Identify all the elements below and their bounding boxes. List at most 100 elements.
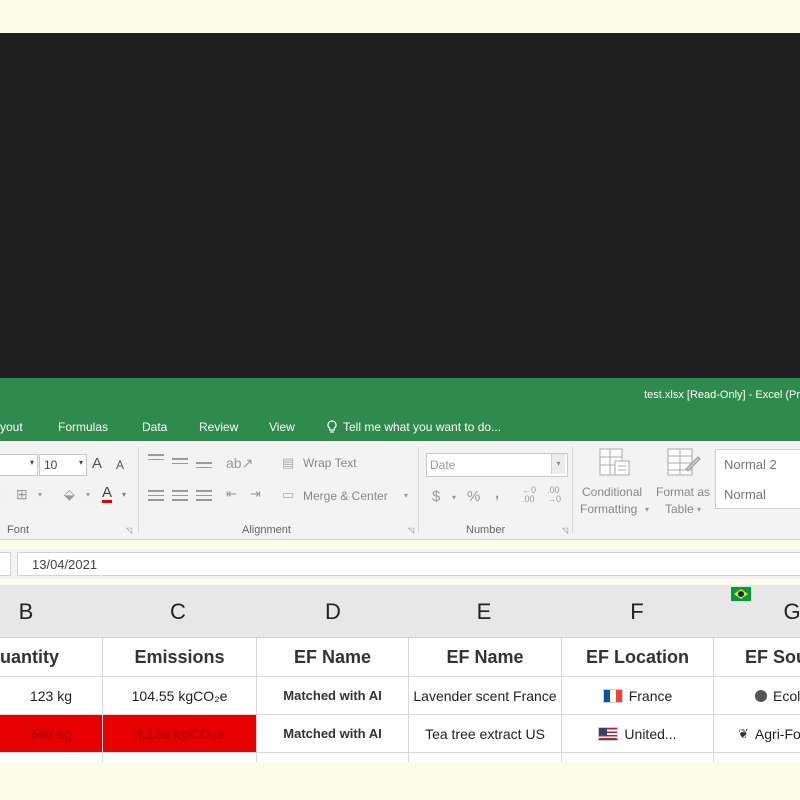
source-logo-icon [755, 689, 767, 702]
window-title: test.xlsx [Read-Only] - Excel (Pr [644, 389, 800, 401]
column-header-d[interactable]: D [313, 599, 353, 625]
cell-e1[interactable]: Lavender scent France [409, 677, 562, 715]
excel-title-bar: test.xlsx [Read-Only] - Excel (Pr [0, 378, 800, 415]
align-middle-icon[interactable] [172, 458, 188, 470]
fill-color-icon[interactable]: ⬙ [64, 486, 75, 503]
cell-e3[interactable] [409, 753, 562, 762]
decrease-decimal-icon[interactable]: .00 →0 [547, 486, 561, 504]
align-right-icon[interactable] [196, 490, 212, 502]
comma-button[interactable]: , [495, 485, 499, 502]
dialog-launcher-icon[interactable]: ◹ [562, 526, 568, 535]
wrap-text-icon: ▤ [282, 455, 295, 470]
merge-center-button[interactable]: Merge & Center [303, 489, 388, 503]
font-color-button[interactable]: A [102, 485, 113, 503]
ef-name-value: Tea tree extract US [425, 725, 545, 742]
shrink-font-button[interactable]: A [116, 458, 124, 472]
name-box[interactable] [0, 552, 11, 576]
column-header-e[interactable]: E [464, 599, 504, 625]
cell-d3[interactable] [257, 753, 409, 762]
tell-me-box[interactable]: Tell me what you want to do... [326, 420, 501, 434]
formula-bar: 13/04/2021 [0, 549, 800, 579]
lightbulb-icon [327, 420, 337, 433]
ef-name-status: Matched with AI [283, 726, 382, 741]
decrease-indent-icon[interactable]: ⇤ [226, 486, 237, 502]
cell-g2[interactable]: ❦ Agri-Fo [714, 715, 800, 753]
cell-g3[interactable] [714, 753, 800, 762]
header-ef-source-text: EF Sou [745, 646, 800, 667]
chevron-down-icon: ▾ [86, 490, 91, 499]
chevron-down-icon: ▾ [122, 490, 127, 499]
tab-view[interactable]: View [269, 420, 295, 434]
cell-d1[interactable]: Matched with AI [257, 677, 409, 715]
cell-c1[interactable]: 104.55 kgCO₂e [103, 677, 257, 715]
ef-source-value: Ecol [773, 687, 800, 704]
style-normal[interactable]: Normal [724, 487, 766, 502]
video-black-area [0, 33, 800, 378]
cell-f2[interactable]: United... [562, 715, 714, 753]
ribbon-tabs: yout Formulas Data Review View Tell me w… [0, 415, 800, 441]
cell-f1[interactable]: France [562, 677, 714, 715]
align-center-icon[interactable] [172, 490, 188, 502]
group-separator [138, 447, 139, 533]
cell-f3[interactable] [562, 753, 714, 762]
merge-center-icon: ▭ [282, 487, 295, 502]
chevron-down-icon: ▾ [38, 490, 43, 499]
align-bottom-icon[interactable] [196, 462, 212, 474]
ef-location-value: United... [624, 725, 677, 742]
grow-font-button[interactable]: A [92, 455, 102, 472]
font-size-dropdown[interactable]: 10 ▾ [39, 454, 87, 476]
header-ef-name-2-text: EF Name [446, 646, 524, 667]
format-as-table-label-1: Format as [656, 485, 711, 499]
cell-d2[interactable]: Matched with AI [257, 715, 409, 753]
cell-b2[interactable]: 340 kg [0, 715, 103, 753]
percent-button[interactable]: % [467, 488, 480, 505]
tab-review[interactable]: Review [199, 420, 238, 434]
header-cell-quantity[interactable]: uantity [0, 638, 103, 677]
chevron-down-icon: ▾ [697, 505, 702, 514]
align-left-icon[interactable] [148, 490, 164, 502]
increase-indent-icon[interactable]: ⇥ [250, 486, 261, 502]
number-format-dropdown[interactable]: Date ▾ [426, 453, 568, 477]
tab-data[interactable]: Data [142, 420, 167, 434]
font-group-label: Font [7, 524, 30, 536]
column-header-g[interactable]: G [772, 599, 800, 625]
france-flag-icon [602, 688, 623, 703]
tab-formulas[interactable]: Formulas [58, 420, 108, 434]
style-normal-2[interactable]: Normal 2 [724, 457, 777, 472]
borders-icon[interactable]: ⊞ [16, 486, 28, 503]
brazil-flag-icon [731, 587, 751, 601]
cell-c2[interactable]: 5,220 kgCO₂e [103, 715, 257, 753]
cell-b3[interactable] [0, 753, 103, 762]
column-header-f[interactable]: F [617, 599, 657, 625]
currency-button[interactable]: $ [432, 488, 440, 505]
ribbon-home: ▾ 10 ▾ A A | ⊞ ▾ ⬙ ▾ A ▾ Font ◹ ab↗ ⇤ ⇥ … [0, 441, 800, 540]
dialog-launcher-icon[interactable]: ◹ [408, 526, 414, 535]
column-header-b[interactable]: B [6, 599, 46, 625]
tab-page-layout[interactable]: yout [0, 420, 23, 434]
column-header-c[interactable]: C [158, 599, 198, 625]
cell-styles-gallery[interactable]: Normal 2 Normal [715, 449, 800, 509]
conditional-formatting-icon [599, 448, 630, 476]
cell-b1[interactable]: 123 kg [0, 677, 103, 715]
chevron-down-icon: ▾ [29, 458, 34, 467]
align-top-icon[interactable] [148, 454, 164, 466]
cell-g1[interactable]: Ecol [714, 677, 800, 715]
ef-location-value: France [628, 687, 673, 704]
header-cell-ef-name-2[interactable]: EF Name [409, 638, 562, 677]
formula-input[interactable]: 13/04/2021 [17, 552, 800, 576]
cell-e2[interactable]: Tea tree extract US [409, 715, 562, 753]
increase-decimal-icon[interactable]: ←0.00 [522, 486, 536, 504]
header-cell-ef-name[interactable]: EF Name [257, 638, 409, 677]
dialog-launcher-icon[interactable]: ◹ [126, 526, 132, 535]
wrap-text-button[interactable]: Wrap Text [303, 456, 357, 470]
font-name-dropdown[interactable]: ▾ [0, 454, 38, 476]
cell-c3[interactable] [103, 753, 257, 762]
orientation-icon[interactable]: ab↗ [226, 455, 253, 472]
header-quantity-text: uantity [0, 646, 60, 667]
header-cell-emissions[interactable]: Emissions [103, 638, 257, 677]
quantity-value: 340 kg [29, 725, 73, 742]
header-cell-ef-source[interactable]: EF Sou [714, 638, 800, 677]
header-cell-ef-location[interactable]: EF Location [562, 638, 714, 677]
font-size-value: 10 [44, 458, 58, 472]
ef-source-value: Agri-Fo [754, 725, 800, 742]
